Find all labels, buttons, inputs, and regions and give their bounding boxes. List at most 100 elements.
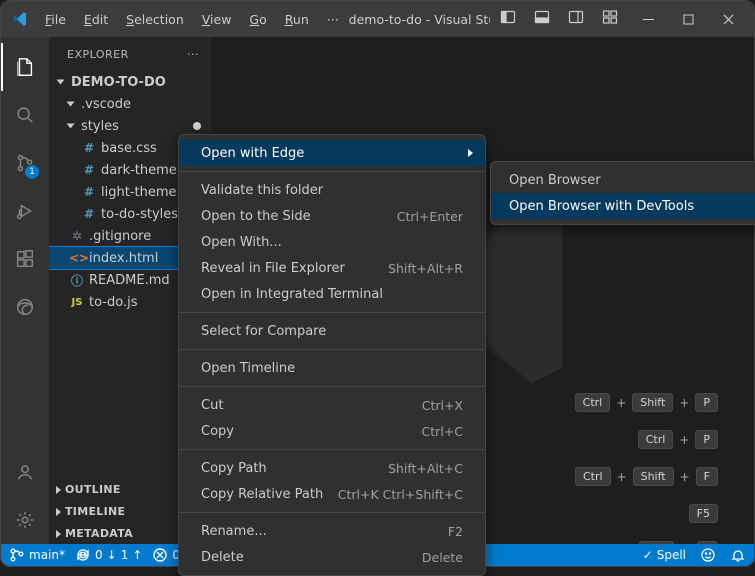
activity-account[interactable] — [1, 448, 49, 496]
status-branch[interactable]: main* — [9, 547, 65, 563]
menu-label: Open Timeline — [201, 361, 295, 376]
ctx-rename[interactable]: Rename... F2 — [179, 518, 485, 544]
window-title: demo-to-do - Visual Studi... — [349, 12, 490, 27]
ctx-open-timeline[interactable]: Open Timeline — [179, 355, 485, 381]
chevron-down-icon — [53, 75, 67, 89]
menu-label: Cut — [201, 398, 223, 413]
ctx-copy-relative-path[interactable]: Copy Relative Path Ctrl+K Ctrl+Shift+C — [179, 481, 485, 507]
menu-shortcut: Shift+Alt+C — [388, 461, 463, 476]
menu-file[interactable]: File — [37, 8, 74, 31]
file-label: to-do.js — [89, 295, 137, 310]
ctx-delete[interactable]: DeleteDelete — [179, 544, 485, 570]
chevron-down-icon — [63, 119, 77, 133]
shortcut-hints: Ctrl+Shift+P Ctrl+P Ctrl+Shift+F F5 Ctrl… — [575, 393, 718, 544]
menu-separator — [179, 171, 485, 172]
ctx-open-with[interactable]: Open With... — [179, 229, 485, 255]
menu-shortcut: Ctrl+X — [422, 398, 463, 413]
ctx-cut[interactable]: Cut Ctrl+X — [179, 392, 485, 418]
menu-label: Copy Relative Path — [201, 487, 323, 502]
folder-vscode[interactable]: .vscode — [49, 93, 211, 115]
dirty-indicator-icon — [193, 122, 201, 130]
chevron-right-icon — [51, 505, 65, 519]
menu-label: Validate this folder — [201, 183, 323, 198]
menu-shortcut: F2 — [448, 524, 463, 539]
html-file-icon: <> — [69, 251, 85, 265]
status-feedback-icon[interactable] — [700, 547, 716, 563]
menu-shortcut: Shift+Alt+R — [388, 261, 463, 276]
menu-separator — [179, 349, 485, 350]
js-file-icon: JS — [69, 297, 85, 308]
chevron-right-icon — [51, 527, 65, 541]
menu-run[interactable]: Run — [277, 8, 317, 31]
sync-down-count: 0 — [95, 548, 103, 562]
menu-go[interactable]: Go — [241, 8, 274, 31]
gitignore-file-icon: ✲ — [69, 229, 85, 243]
activity-run-debug[interactable] — [1, 187, 49, 235]
menu-edit[interactable]: Edit — [76, 8, 116, 31]
hint-row: Ctrl+Shift+P — [575, 393, 718, 412]
menu-separator — [179, 512, 485, 513]
panel-label: OUTLINE — [65, 483, 121, 496]
hint-row: Ctrl+P — [638, 430, 718, 449]
activity-source-control[interactable]: 1 — [1, 139, 49, 187]
sync-up-count: 1 — [121, 548, 129, 562]
menu-label: Reveal in File Explorer — [201, 261, 345, 276]
menu-shortcut: Ctrl+K Ctrl+Shift+C — [338, 487, 463, 502]
explorer-title: EXPLORER — [67, 48, 129, 61]
folder-label: .vscode — [81, 97, 131, 112]
activity-search[interactable] — [1, 91, 49, 139]
status-sync[interactable]: 0↓ 1↑ — [75, 547, 142, 563]
ctx-open-terminal[interactable]: Open in Integrated Terminal — [179, 281, 485, 307]
file-label: base.css — [101, 141, 157, 156]
spell-label: Spell — [657, 548, 686, 562]
close-button[interactable] — [708, 1, 748, 37]
submenu-open-browser[interactable]: Open Browser — [491, 167, 755, 193]
ctx-reveal-explorer[interactable]: Reveal in File Explorer Shift+Alt+R — [179, 255, 485, 281]
tree-root[interactable]: DEMO-TO-DO — [49, 71, 211, 93]
css-file-icon: # — [81, 207, 97, 221]
status-spell[interactable]: ✓ Spell — [643, 548, 686, 562]
hint-row: Ctrl+Shift+F — [575, 467, 718, 486]
menu-view[interactable]: View — [194, 8, 240, 31]
file-label: .gitignore — [89, 229, 151, 244]
submenu-open-browser-devtools[interactable]: Open Browser with DevTools — [491, 193, 755, 219]
info-file-icon: ⓘ — [69, 272, 85, 289]
menu-selection[interactable]: Selection — [118, 8, 192, 31]
menu-separator — [179, 386, 485, 387]
context-menu: Open with Edge Validate this folder Open… — [178, 134, 486, 576]
ctx-select-compare[interactable]: Select for Compare — [179, 318, 485, 344]
activity-bar: 1 — [1, 37, 49, 544]
menu-shortcut: Ctrl+C — [422, 424, 463, 439]
activity-settings[interactable] — [1, 496, 49, 544]
menu-label: Open Browser with DevTools — [509, 199, 694, 214]
menu-label: Open in Integrated Terminal — [201, 287, 383, 302]
activity-edge-tools[interactable] — [1, 283, 49, 331]
menu-shortcut: Ctrl+Enter — [397, 209, 463, 224]
ctx-open-to-side[interactable]: Open to the SideCtrl+Enter — [179, 203, 485, 229]
maximize-button[interactable] — [668, 1, 708, 37]
toggle-panel-icon[interactable] — [534, 9, 550, 29]
root-label: DEMO-TO-DO — [71, 75, 166, 90]
context-submenu-edge: Open Browser Open Browser with DevTools — [490, 161, 755, 225]
file-label: README.md — [89, 273, 170, 288]
menu-more[interactable]: ··· — [319, 8, 347, 31]
toggle-primary-sidebar-icon[interactable] — [500, 9, 516, 29]
customize-layout-icon[interactable] — [602, 9, 618, 29]
chevron-right-icon — [51, 483, 65, 497]
menu-label: Open With... — [201, 235, 282, 250]
hint-row: Ctrl+` — [639, 541, 718, 544]
ctx-open-with-edge[interactable]: Open with Edge — [179, 140, 485, 166]
activity-explorer[interactable] — [1, 43, 49, 91]
explorer-more-icon[interactable]: ··· — [187, 48, 199, 61]
status-bell-icon[interactable] — [730, 547, 746, 563]
panel-label: METADATA — [65, 527, 133, 540]
toggle-secondary-sidebar-icon[interactable] — [568, 9, 584, 29]
minimize-button[interactable] — [628, 1, 668, 37]
css-file-icon: # — [81, 163, 97, 177]
ctx-copy[interactable]: CopyCtrl+C — [179, 418, 485, 444]
css-file-icon: # — [81, 141, 97, 155]
ctx-copy-path[interactable]: Copy PathShift+Alt+C — [179, 455, 485, 481]
activity-extensions[interactable] — [1, 235, 49, 283]
ctx-validate-folder[interactable]: Validate this folder — [179, 177, 485, 203]
menu-label: Rename... — [201, 524, 267, 539]
